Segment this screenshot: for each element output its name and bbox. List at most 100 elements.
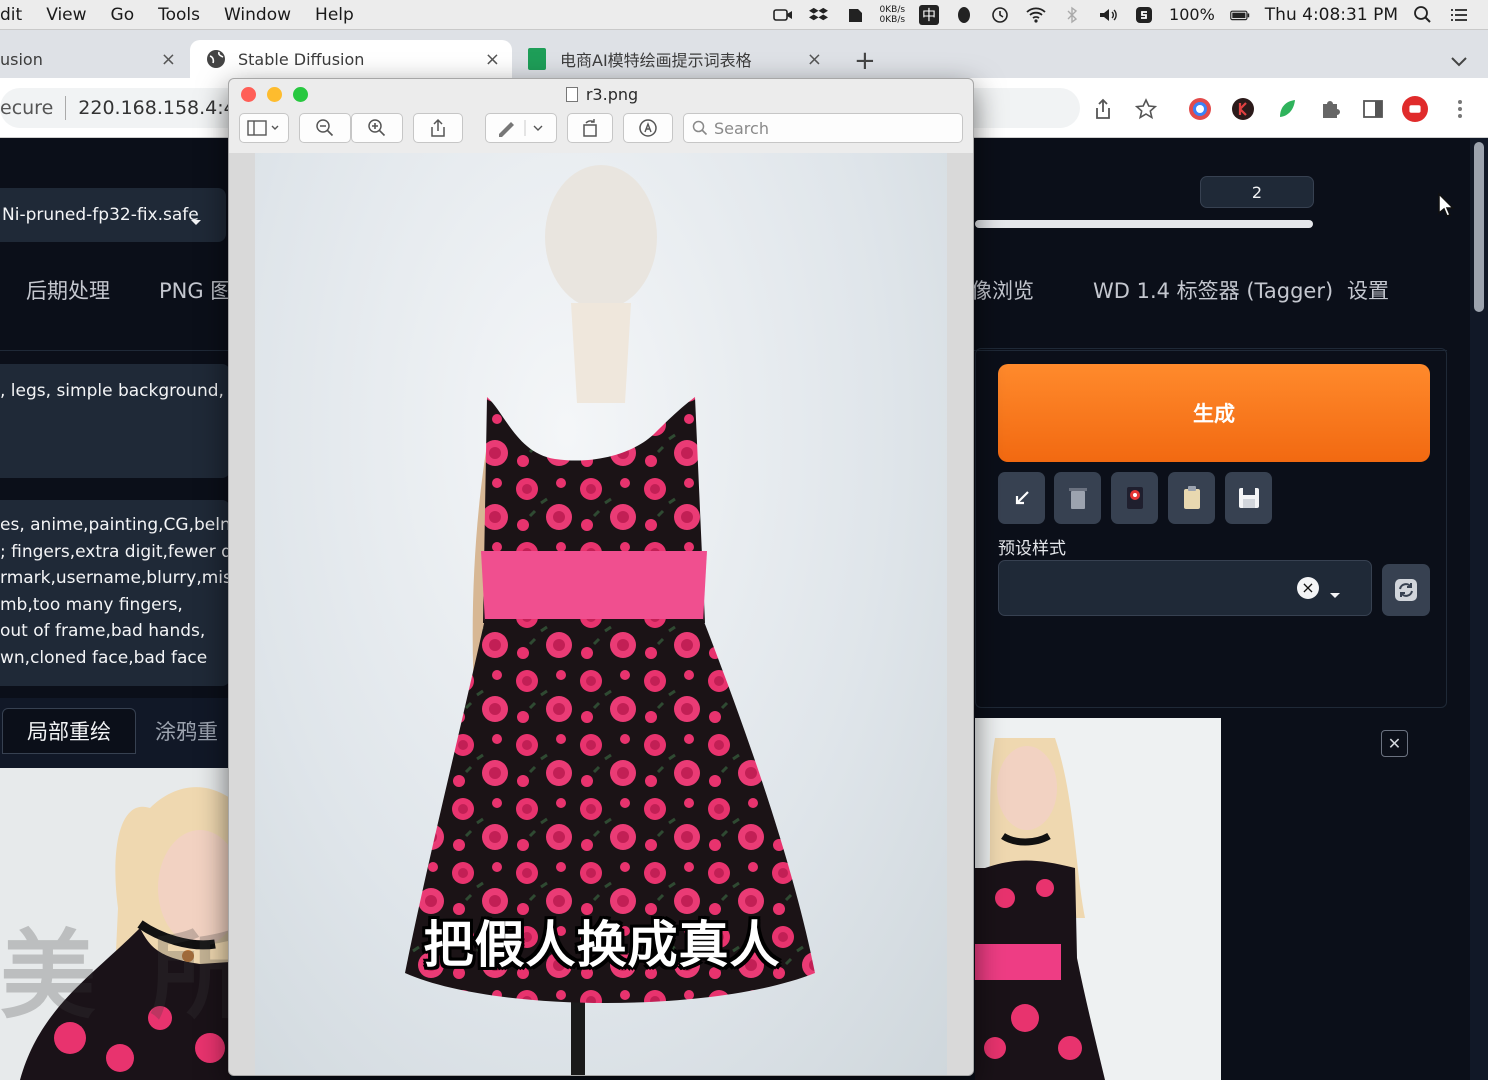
zoom-out-icon xyxy=(316,119,334,137)
tab-close-icon[interactable]: × xyxy=(807,49,822,70)
save-style-button[interactable] xyxy=(1225,472,1272,524)
screen-record-icon[interactable] xyxy=(772,6,794,24)
preview-search-field[interactable]: Search xyxy=(683,113,963,143)
side-panel-icon[interactable] xyxy=(1360,96,1386,122)
refresh-styles-button[interactable] xyxy=(1382,564,1430,616)
window-minimize-button[interactable] xyxy=(267,87,282,102)
app-s-icon[interactable] xyxy=(1133,6,1155,24)
annotate-button[interactable] xyxy=(623,113,673,143)
img2img-subtabs: 局部重绘 涂鸦重 xyxy=(0,698,230,768)
chevron-down-icon[interactable] xyxy=(1329,585,1341,604)
qq-icon[interactable] xyxy=(953,6,975,24)
extension-leaf-icon[interactable] xyxy=(1274,96,1300,122)
negative-prompt-textarea[interactable]: es, anime,painting,CG,belnde ; fingers,e… xyxy=(0,500,230,686)
tab-inpaint-sketch[interactable]: 涂鸦重 xyxy=(155,708,218,754)
dropbox-icon[interactable] xyxy=(808,6,830,24)
trash-icon xyxy=(1068,488,1087,509)
rotate-icon xyxy=(583,119,597,137)
sheets-icon xyxy=(528,48,546,70)
arrow-down-left-icon xyxy=(1015,491,1029,505)
read-params-button[interactable] xyxy=(998,472,1045,524)
menu-help[interactable]: Help xyxy=(303,5,366,25)
share-button[interactable] xyxy=(413,113,463,143)
profile-avatar[interactable] xyxy=(1402,96,1428,122)
extensions-puzzle-icon[interactable] xyxy=(1317,96,1343,122)
preview-titlebar[interactable]: r3.png xyxy=(229,79,973,109)
browser-menu-icon[interactable] xyxy=(1447,96,1473,122)
negative-line: wn,cloned face,bad face xyxy=(0,647,208,668)
clear-selection-icon[interactable]: × xyxy=(1297,577,1319,599)
net-up: 0KB/s xyxy=(879,4,906,15)
prompt-textarea[interactable]: , legs, simple background, s xyxy=(0,364,230,478)
menu-window[interactable]: Window xyxy=(212,5,303,25)
new-tab-button[interactable]: + xyxy=(854,48,876,74)
evernote-icon[interactable] xyxy=(844,6,866,24)
clear-prompt-button[interactable] xyxy=(1054,472,1101,524)
checkpoint-select[interactable]: Ni-pruned-fp32-fix.safe xyxy=(0,188,226,242)
tab-search-chevron-icon[interactable] xyxy=(1450,52,1468,71)
security-label[interactable]: ecure xyxy=(0,97,53,119)
menu-edit[interactable]: dit xyxy=(0,5,34,25)
tab-previous[interactable]: usion × xyxy=(0,40,188,78)
styles-label: 预设样式 xyxy=(998,539,1066,559)
watermark-text: 所 xyxy=(150,920,230,1032)
window-close-button[interactable] xyxy=(241,87,256,102)
sidebar-toggle-button[interactable] xyxy=(239,113,289,143)
generate-button[interactable]: 生成 xyxy=(998,364,1430,462)
picture-card-icon xyxy=(1126,487,1143,509)
window-zoom-button[interactable] xyxy=(293,87,308,102)
ime-indicator[interactable]: 中 xyxy=(919,4,940,25)
zoom-in-icon xyxy=(368,119,386,137)
floppy-disk-icon xyxy=(1238,488,1259,508)
browser-tabbar: usion × Stable Diffusion × 电商AI模特绘画提示词表格… xyxy=(0,30,1488,78)
negative-line: out of frame,bad hands, xyxy=(0,621,206,641)
markup-button[interactable] xyxy=(485,113,557,143)
pen-icon xyxy=(499,120,543,137)
notification-center-icon[interactable] xyxy=(1448,6,1470,24)
tab-inpaint[interactable]: 局部重绘 xyxy=(2,708,136,754)
tab-extras[interactable]: 后期处理 xyxy=(26,275,110,305)
app-menus: dit View Go Tools Window Help xyxy=(0,0,366,30)
tab-sheets[interactable]: 电商AI模特绘画提示词表格 × xyxy=(528,40,834,78)
share-icon[interactable] xyxy=(1090,96,1116,122)
tab-png-info[interactable]: PNG 图 xyxy=(159,275,231,305)
apply-style-button[interactable] xyxy=(1168,472,1215,524)
extension-color-icon[interactable] xyxy=(1187,96,1213,122)
batch-count-input[interactable]: 2 xyxy=(1200,176,1314,208)
zoom-in-button[interactable] xyxy=(351,113,403,143)
bluetooth-icon[interactable] xyxy=(1061,6,1083,24)
extension-k-icon[interactable] xyxy=(1230,96,1256,122)
menu-tools[interactable]: Tools xyxy=(146,5,212,25)
tab-tagger[interactable]: WD 1.4 标签器 (Tagger) xyxy=(1093,275,1333,305)
mouse-cursor-icon xyxy=(1438,192,1455,217)
spotlight-search-icon[interactable] xyxy=(1412,5,1434,24)
markup-circle-icon xyxy=(639,119,657,137)
mac-menubar: dit View Go Tools Window Help 0KB/s 0KB/s… xyxy=(0,0,1488,30)
time-machine-icon[interactable] xyxy=(989,6,1011,24)
styles-dropdown[interactable]: × xyxy=(998,560,1372,616)
volume-icon[interactable] xyxy=(1097,6,1119,24)
address-url[interactable]: 220.168.158.4:4( xyxy=(78,97,243,119)
page-scrollbar-thumb[interactable] xyxy=(1474,142,1484,312)
inpaint-input-image[interactable]: 美 所 xyxy=(0,768,230,1080)
batch-count-slider[interactable] xyxy=(975,220,1313,228)
tab-title: usion xyxy=(0,49,43,69)
tab-settings[interactable]: 设置 xyxy=(1347,275,1389,305)
tab-close-icon[interactable]: × xyxy=(161,49,176,70)
negative-line: rmark,username,blurry,missi xyxy=(0,568,230,588)
tab-stable-diffusion[interactable]: Stable Diffusion × xyxy=(190,40,512,78)
menubar-clock[interactable]: Thu 4:08:31 PM xyxy=(1265,5,1398,25)
bookmark-star-icon[interactable] xyxy=(1133,96,1159,122)
battery-percent: 100% xyxy=(1169,5,1215,24)
rotate-button[interactable] xyxy=(567,113,613,143)
sidebar-icon xyxy=(247,120,279,136)
battery-icon[interactable] xyxy=(1229,6,1251,24)
zoom-out-button[interactable] xyxy=(299,113,351,143)
menu-go[interactable]: Go xyxy=(99,5,147,25)
wifi-icon[interactable] xyxy=(1025,6,1047,24)
output-gallery-image[interactable] xyxy=(975,718,1221,1080)
menu-view[interactable]: View xyxy=(34,5,98,25)
close-output-icon[interactable]: ✕ xyxy=(1381,730,1408,757)
tab-close-icon[interactable]: × xyxy=(485,49,500,70)
show-extra-networks-button[interactable] xyxy=(1111,472,1158,524)
